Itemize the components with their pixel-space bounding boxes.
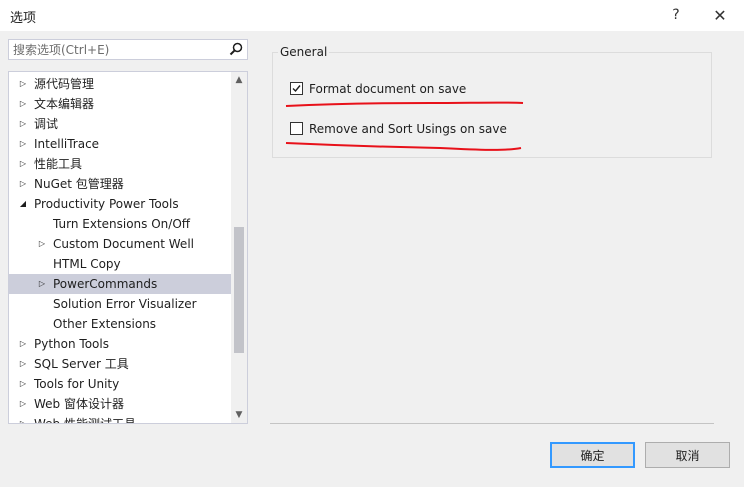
- tree-scrollbar[interactable]: ▲ ▼: [231, 72, 247, 423]
- expand-arrow-icon[interactable]: ▷: [18, 334, 28, 354]
- tree-item-label: Turn Extensions On/Off: [53, 217, 191, 231]
- format-on-save-checkbox[interactable]: [290, 82, 303, 95]
- expand-arrow-icon[interactable]: ▷: [37, 274, 47, 294]
- cancel-button[interactable]: 取消: [645, 442, 730, 468]
- tree-item-label: IntelliTrace: [34, 137, 100, 151]
- scroll-thumb[interactable]: [234, 227, 244, 353]
- tree-item[interactable]: ▷ 调试: [9, 114, 231, 134]
- expand-arrow-icon[interactable]: ▷: [18, 394, 28, 414]
- search-input[interactable]: [9, 40, 235, 59]
- collapse-arrow-icon[interactable]: ◢: [18, 194, 28, 214]
- tree-item-label: Custom Document Well: [53, 237, 194, 251]
- format-on-save-option[interactable]: Format document on save: [290, 80, 480, 98]
- tree-item[interactable]: ▷ Web 窗体设计器: [9, 394, 231, 414]
- tree-item-label: 源代码管理: [34, 77, 95, 91]
- expand-arrow-icon[interactable]: ▷: [18, 114, 28, 134]
- tree-item[interactable]: ▷ Web 性能测试工具: [9, 414, 231, 424]
- tree-item[interactable]: ▷ SQL Server 工具: [9, 354, 231, 374]
- tree-item-label: SQL Server 工具: [34, 357, 129, 371]
- scroll-down-icon[interactable]: ▼: [231, 407, 247, 423]
- general-group-title: General: [278, 45, 330, 59]
- tree-item[interactable]: ▷ 文本编辑器: [9, 94, 231, 114]
- ok-button[interactable]: 确定: [550, 442, 635, 468]
- expand-arrow-icon[interactable]: ▷: [18, 354, 28, 374]
- scroll-up-icon[interactable]: ▲: [231, 72, 247, 88]
- tree-item[interactable]: ▷ Python Tools: [9, 334, 231, 354]
- tree-item-label: 调试: [34, 117, 59, 131]
- tree-items: ▷ 源代码管理 ▷ 文本编辑器 ▷ 调试 ▷ IntelliTrace ▷ 性能工具 ▷ NuGet …: [9, 74, 231, 424]
- expand-arrow-icon[interactable]: ▷: [18, 94, 28, 114]
- tree-item[interactable]: HTML Copy: [9, 254, 231, 274]
- expand-arrow-icon[interactable]: ▷: [18, 374, 28, 394]
- tree-item-label: Web 窗体设计器: [34, 397, 124, 411]
- expand-arrow-icon[interactable]: ▷: [18, 154, 28, 174]
- expand-arrow-icon[interactable]: ▷: [18, 74, 28, 94]
- tree-item-label: 文本编辑器: [34, 97, 95, 111]
- options-tree[interactable]: ▷ 源代码管理 ▷ 文本编辑器 ▷ 调试 ▷ IntelliTrace ▷ 性能工具 ▷ NuGet …: [8, 71, 248, 424]
- close-button[interactable]: ✕: [700, 0, 740, 31]
- tree-item-label: Other Extensions: [53, 317, 157, 331]
- remove-sort-usings-option[interactable]: Remove and Sort Usings on save: [290, 120, 520, 138]
- format-on-save-label: Format document on save: [309, 82, 467, 96]
- tree-item-label: Web 性能测试工具: [34, 417, 136, 424]
- tree-item[interactable]: ◢ Productivity Power Tools: [9, 194, 231, 214]
- tree-item-label: Productivity Power Tools: [34, 197, 179, 211]
- expand-arrow-icon[interactable]: ▷: [18, 414, 28, 423]
- tree-item[interactable]: ▷ Custom Document Well: [9, 234, 231, 254]
- expand-arrow-icon[interactable]: ▷: [18, 174, 28, 194]
- tree-item[interactable]: ▷ PowerCommands: [9, 274, 231, 294]
- tree-item[interactable]: ▷ Tools for Unity: [9, 374, 231, 394]
- search-box: [8, 39, 248, 60]
- tree-item[interactable]: Other Extensions: [9, 314, 231, 334]
- tree-item[interactable]: Solution Error Visualizer: [9, 294, 231, 314]
- tree-item-label: 性能工具: [34, 157, 83, 171]
- tree-item[interactable]: ▷ 性能工具: [9, 154, 231, 174]
- tree-item-label: NuGet 包管理器: [34, 177, 124, 191]
- tree-item-label: Python Tools: [34, 337, 109, 351]
- tree-item[interactable]: ▷ NuGet 包管理器: [9, 174, 231, 194]
- window-title: 选项: [10, 11, 37, 26]
- remove-sort-usings-checkbox[interactable]: [290, 122, 303, 135]
- title-bar: 选项 ? ✕: [0, 0, 744, 31]
- tree-item-label: Solution Error Visualizer: [53, 297, 197, 311]
- search-icon[interactable]: [229, 42, 243, 56]
- expand-arrow-icon[interactable]: ▷: [37, 234, 47, 254]
- tree-item[interactable]: ▷ 源代码管理: [9, 74, 231, 94]
- tree-item-label: HTML Copy: [53, 257, 121, 271]
- tree-item-label: PowerCommands: [53, 277, 158, 291]
- expand-arrow-icon[interactable]: ▷: [18, 134, 28, 154]
- tree-item-label: Tools for Unity: [34, 377, 120, 391]
- help-button[interactable]: ?: [656, 0, 696, 31]
- footer-separator: [270, 423, 714, 424]
- checkmark-icon: [292, 85, 301, 93]
- tree-item[interactable]: ▷ IntelliTrace: [9, 134, 231, 154]
- general-group: [272, 52, 712, 158]
- remove-sort-usings-label: Remove and Sort Usings on save: [309, 122, 507, 136]
- tree-item[interactable]: Turn Extensions On/Off: [9, 214, 231, 234]
